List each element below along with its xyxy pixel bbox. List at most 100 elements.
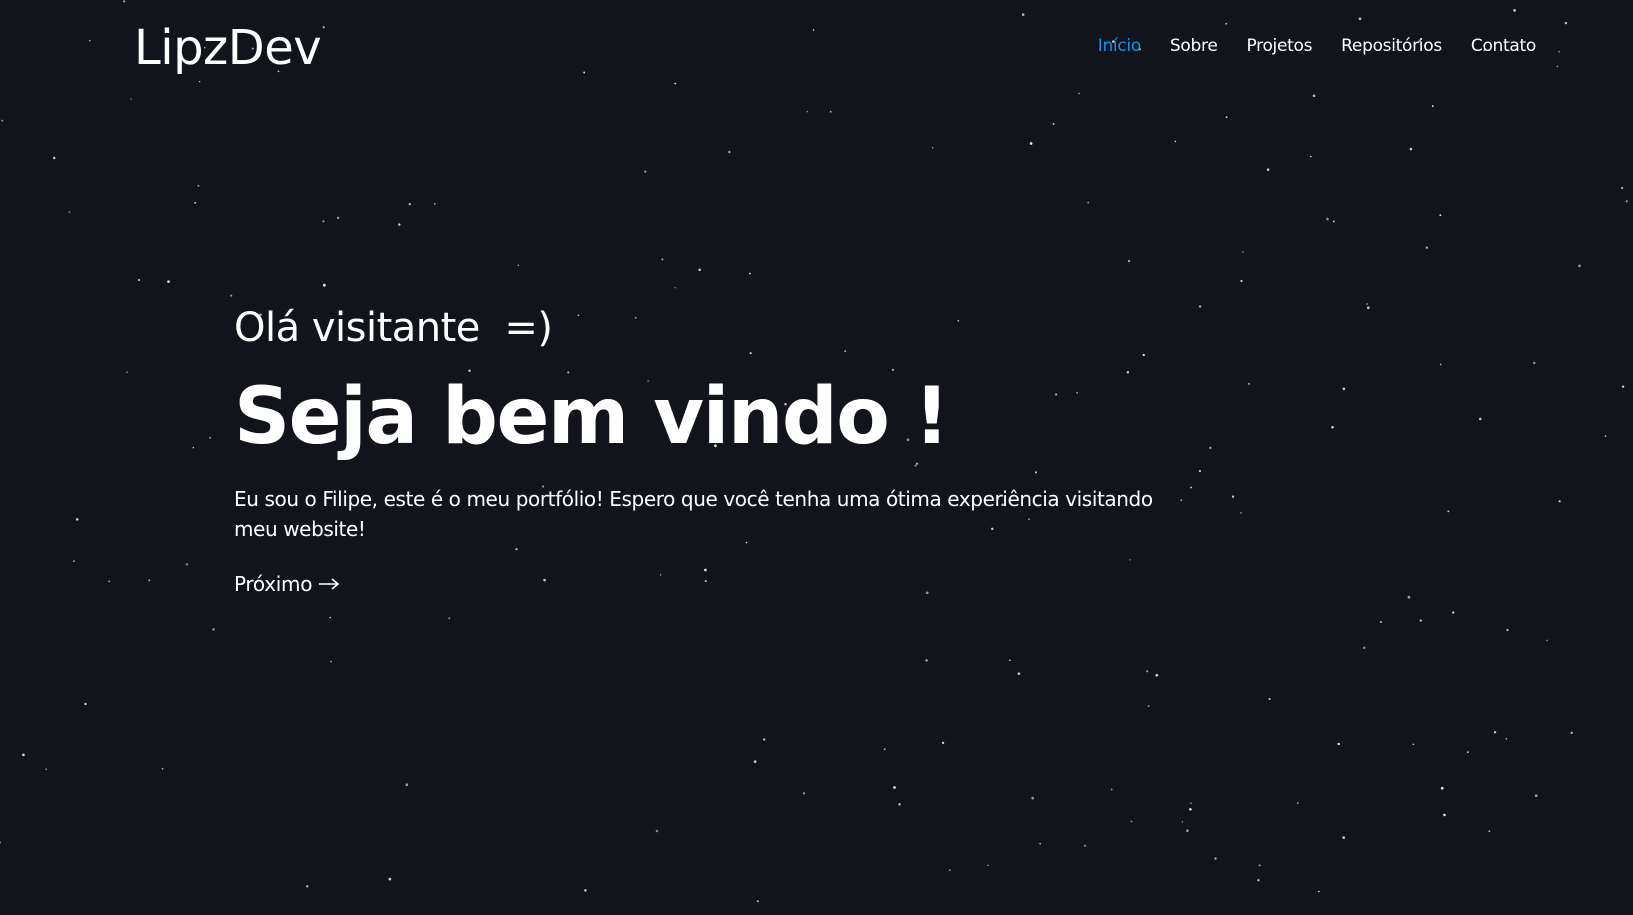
star-dot — [1190, 802, 1192, 804]
star-dot — [1533, 361, 1536, 365]
star-dot — [925, 659, 928, 662]
star-dot — [1083, 844, 1087, 847]
next-button-label: Próximo — [234, 572, 313, 596]
star-dot — [762, 738, 766, 741]
star-dot — [126, 371, 128, 374]
nav-item-contato[interactable]: Contato — [1471, 34, 1536, 58]
nav-item-inicio[interactable]: Início — [1098, 34, 1141, 58]
star-dot — [1110, 788, 1113, 791]
star-dot — [322, 220, 325, 223]
star-dot — [388, 877, 392, 881]
star-dot — [728, 150, 731, 154]
site-logo[interactable]: LipzDev — [134, 16, 322, 80]
star-dot — [84, 702, 87, 706]
star-dot — [1209, 446, 1212, 449]
star-dot — [68, 211, 71, 213]
star-dot — [1558, 500, 1561, 503]
star-dot — [1231, 495, 1235, 498]
star-dot — [1186, 829, 1189, 832]
star-dot — [1331, 425, 1334, 429]
star-dot — [1189, 808, 1192, 811]
star-dot — [1181, 821, 1184, 823]
star-dot — [661, 258, 664, 261]
star-dot — [1198, 469, 1202, 473]
star-dot — [1268, 697, 1271, 701]
star-dot — [448, 617, 451, 620]
star-dot — [1318, 890, 1320, 893]
star-dot — [698, 268, 702, 272]
star-dot — [1266, 168, 1270, 171]
star-dot — [1440, 786, 1444, 790]
star-dot — [1029, 142, 1033, 145]
star-dot — [1466, 751, 1469, 754]
star-dot — [1488, 830, 1491, 833]
star-dot — [1625, 200, 1628, 203]
star-dot — [1439, 363, 1442, 366]
star-dot — [75, 518, 79, 521]
star-dot — [749, 272, 751, 275]
star-dot — [1332, 220, 1335, 223]
star-dot — [161, 767, 164, 770]
star-dot — [1493, 731, 1497, 734]
star-dot — [167, 280, 170, 283]
star-dot — [130, 98, 132, 100]
star-dot — [1366, 306, 1370, 310]
star-dot — [948, 869, 951, 872]
star-dot — [433, 202, 436, 205]
star-dot — [1362, 646, 1366, 649]
star-dot — [1506, 628, 1509, 632]
star-dot — [1174, 140, 1177, 143]
star-dot — [192, 447, 194, 449]
hero-description: Eu sou o Filipe, este é o meu portfólio!… — [234, 487, 1153, 541]
star-dot — [52, 156, 56, 160]
star-dot — [1443, 813, 1446, 817]
star-dot — [1127, 259, 1131, 263]
star-dot — [1342, 836, 1346, 839]
star-dot — [73, 560, 75, 562]
star-dot — [1130, 820, 1133, 823]
star-dot — [1008, 659, 1011, 662]
next-button[interactable]: Próximo — [234, 570, 340, 598]
star-dot — [398, 223, 401, 226]
star-dot — [883, 748, 886, 751]
star-dot — [941, 741, 945, 745]
star-dot — [1257, 879, 1260, 882]
star-dot — [829, 110, 832, 113]
star-dot — [185, 563, 189, 566]
star-dot — [802, 792, 806, 795]
star-dot — [1570, 731, 1573, 735]
star-dot — [898, 803, 901, 806]
star-dot — [517, 264, 520, 267]
hero-greeting: Olá visitante =) — [234, 305, 553, 351]
star-dot — [212, 628, 215, 631]
nav-item-sobre[interactable]: Sobre — [1170, 34, 1218, 58]
star-dot — [1620, 186, 1624, 190]
star-dot — [408, 202, 411, 206]
star-dot — [1379, 620, 1382, 624]
star-dot — [1604, 435, 1607, 437]
star-dot — [893, 786, 896, 789]
star-dot — [1534, 794, 1538, 798]
star-dot — [655, 829, 659, 833]
nav-item-repositorios[interactable]: Repositórios — [1341, 34, 1442, 58]
hero-title: Seja bem vindo ! — [234, 372, 950, 462]
main-nav: Início Sobre Projetos Repositórios Conta… — [1098, 34, 1537, 58]
star-dot — [1431, 105, 1434, 108]
star-dot — [753, 760, 757, 764]
star-dot — [1409, 147, 1413, 151]
star-dot — [209, 436, 212, 439]
star-dot — [0, 841, 1, 844]
star-dot — [987, 864, 989, 867]
star-dot — [674, 287, 676, 289]
star-dot — [1546, 639, 1548, 642]
star-dot — [1031, 796, 1035, 800]
star-dot — [1155, 673, 1159, 677]
star-dot — [1258, 864, 1261, 867]
star-dot — [1297, 802, 1299, 804]
star-dot — [1407, 595, 1411, 599]
star-dot — [330, 660, 332, 663]
star-dot — [45, 768, 47, 770]
nav-item-projetos[interactable]: Projetos — [1246, 34, 1312, 58]
star-dot — [336, 216, 340, 220]
star-dot — [230, 294, 233, 297]
